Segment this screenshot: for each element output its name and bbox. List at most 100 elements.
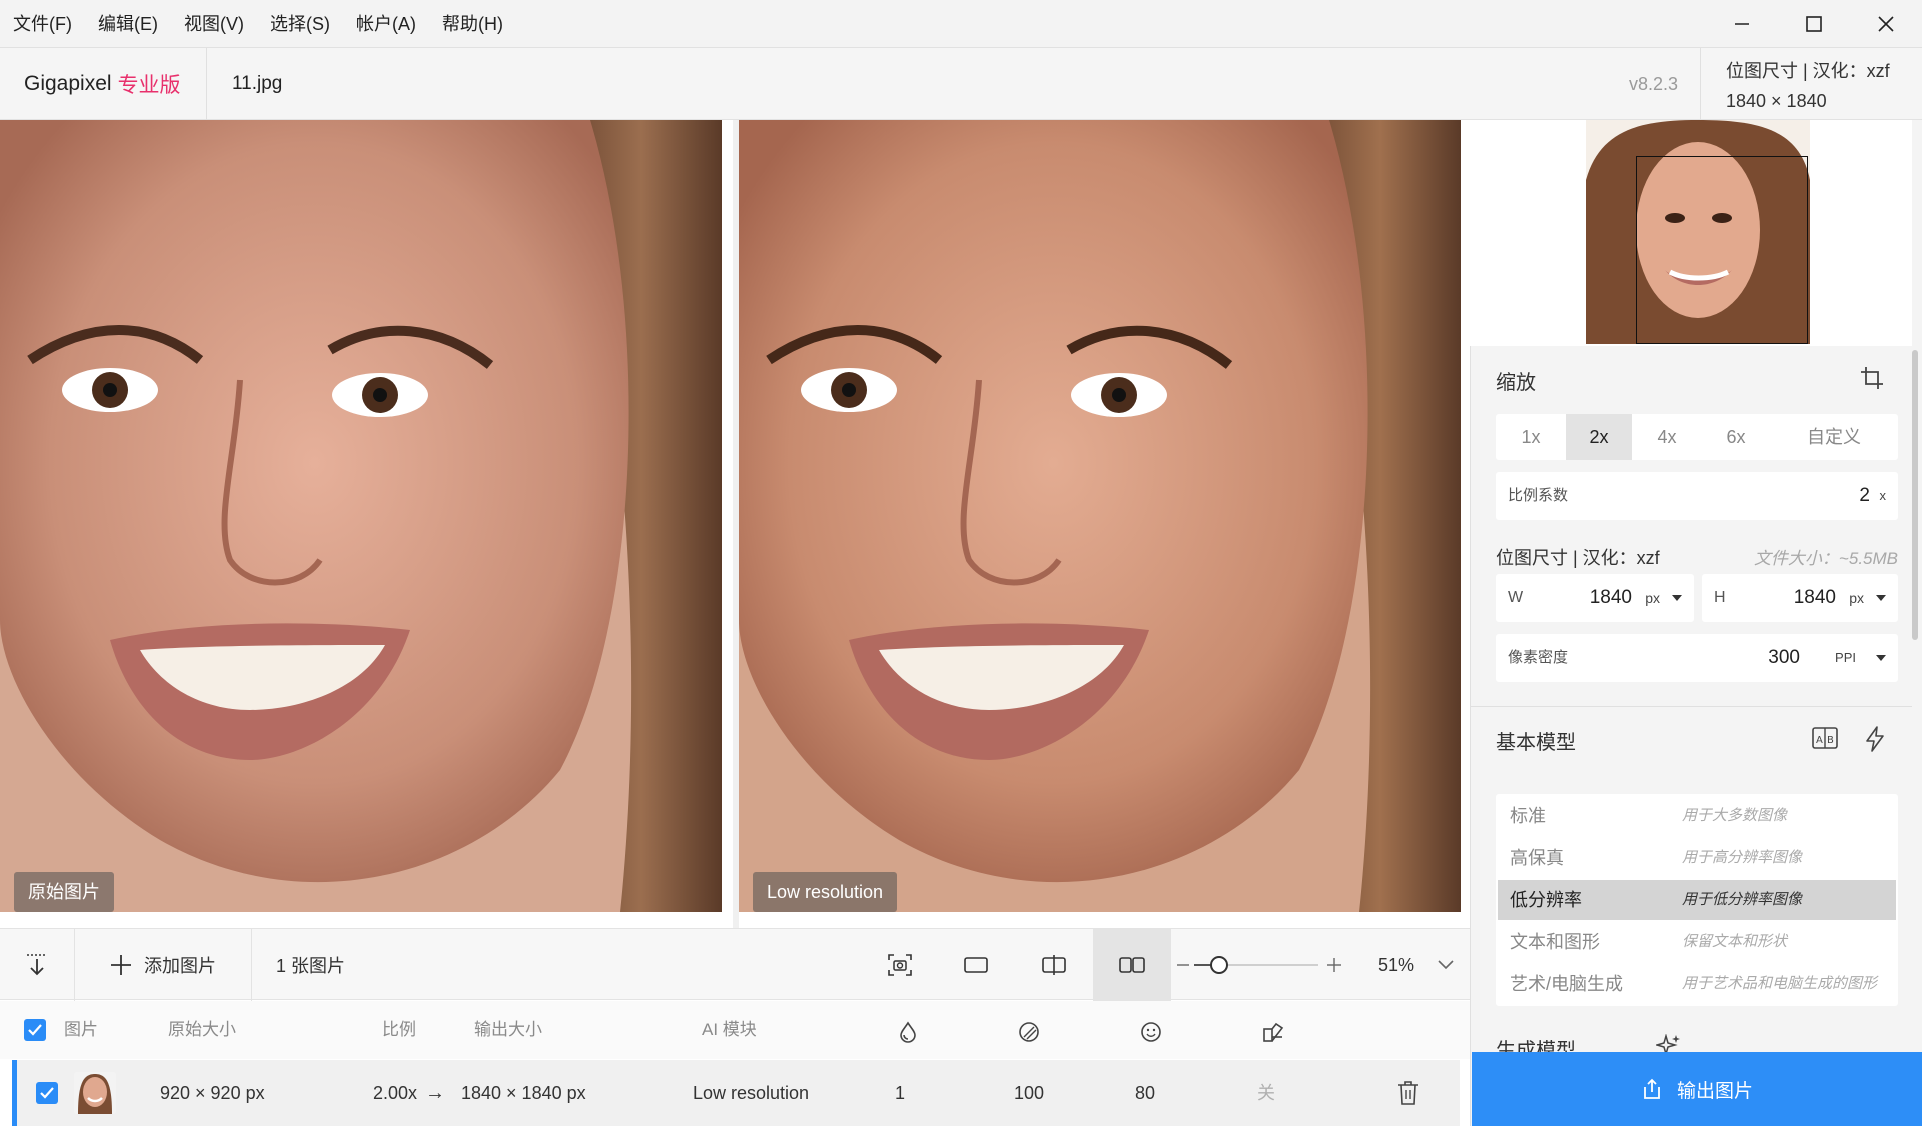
scale-factor-value: 2 <box>1859 485 1870 506</box>
check-icon <box>28 1024 42 1036</box>
row-sharpen-value: 100 <box>1014 1083 1045 1103</box>
plus-icon <box>1327 958 1341 972</box>
row-thumbnail-image <box>74 1072 116 1114</box>
trash-icon <box>1398 1081 1418 1105</box>
select-all-checkbox[interactable] <box>24 1019 46 1041</box>
header-divider <box>206 48 207 120</box>
menu-account[interactable]: 帐户(A) <box>343 0 429 48</box>
model-option-art-cg[interactable]: 艺术/电脑生成 用于艺术品和电脑生成的图形 <box>1498 964 1896 1004</box>
row-delete-button[interactable] <box>1397 1080 1419 1111</box>
scale-factor-field[interactable]: 比例系数 2 x <box>1496 472 1898 520</box>
ab-compare-icon: AB <box>1812 727 1838 749</box>
navigator-viewport-box[interactable] <box>1636 156 1808 344</box>
scale-factor-label: 比例系数 <box>1508 487 1569 504</box>
maximize-icon <box>1806 16 1822 32</box>
scale-option-2x[interactable]: 2x <box>1566 414 1632 460</box>
side-by-side-view-button[interactable] <box>1093 929 1171 1001</box>
width-field[interactable]: W 1840 px <box>1496 574 1694 622</box>
crop-button[interactable] <box>1860 366 1884 395</box>
image-table-header: 图片 原始大小 比例 输出大小 AI 模块 <box>0 1001 1470 1059</box>
maximize-button[interactable] <box>1778 0 1850 48</box>
row-face-value: 80 <box>1135 1083 1156 1103</box>
row-ai-model: Low resolution <box>693 1083 810 1103</box>
toolbar-divider <box>251 929 252 1001</box>
menu-view[interactable]: 视图(V) <box>171 0 257 48</box>
zoom-dropdown-button[interactable] <box>1428 929 1464 1001</box>
import-button[interactable] <box>0 929 74 1001</box>
menu-select[interactable]: 选择(S) <box>257 0 343 48</box>
screenshot-view-button[interactable] <box>870 929 930 1001</box>
preview-area[interactable]: 原始图片 Low resolution <box>0 120 1470 928</box>
zoom-out-button[interactable] <box>1172 929 1194 1001</box>
processed-image-label: Low resolution <box>753 872 898 912</box>
close-icon <box>1878 16 1894 32</box>
zoom-slider[interactable] <box>1194 956 1318 974</box>
model-description: 用于艺术品和电脑生成的图形 <box>1682 975 1878 992</box>
minimize-button[interactable] <box>1706 0 1778 48</box>
bottom-toolbar: 添加图片 1 张图片 51% <box>0 928 1470 1001</box>
export-label: 输出图片 <box>1676 1080 1753 1102</box>
table-row[interactable]: 920 × 920 px 2.00x → 1840 × 1840 px Low … <box>12 1060 1460 1126</box>
original-preview-pane[interactable]: 原始图片 <box>0 120 722 912</box>
height-label: H <box>1714 589 1726 606</box>
panel-scrollbar[interactable] <box>1912 350 1918 640</box>
model-description: 用于大多数图像 <box>1682 807 1788 824</box>
model-name: 文本和图形 <box>1510 932 1600 952</box>
split-view-button[interactable] <box>1024 929 1084 1001</box>
menu-edit[interactable]: 编辑(E) <box>85 0 171 48</box>
width-unit-dropdown-icon[interactable] <box>1672 595 1682 601</box>
model-option-low-resolution[interactable]: 低分辨率 用于低分辨率图像 <box>1498 880 1896 920</box>
menu-help[interactable]: 帮助(H) <box>429 0 516 48</box>
model-option-text-graphics[interactable]: 文本和图形 保留文本和形状 <box>1498 922 1896 962</box>
header-image-info: 位图尺寸 | 汉化：xzf 1840 × 1840 <box>1726 56 1890 116</box>
split-view-icon <box>1042 955 1066 975</box>
zoom-slider-thumb[interactable] <box>1209 956 1228 974</box>
minus-icon <box>1177 964 1189 966</box>
col-scale: 比例 <box>382 1020 416 1039</box>
image-count: 1 张图片 <box>276 929 345 1001</box>
processed-preview-pane[interactable]: Low resolution <box>739 120 1461 912</box>
scale-option-custom[interactable]: 自定义 <box>1770 414 1898 460</box>
model-option-standard[interactable]: 标准 用于大多数图像 <box>1498 796 1896 836</box>
model-compare-button[interactable]: AB <box>1812 726 1838 755</box>
scale-segmented-control: 1x 2x 4x 6x 自定义 <box>1496 414 1898 460</box>
model-name: 标准 <box>1510 806 1546 826</box>
height-unit-dropdown-icon[interactable] <box>1876 595 1886 601</box>
header-divider <box>1700 48 1701 120</box>
droplet-icon <box>900 1021 916 1043</box>
export-button[interactable]: 输出图片 <box>1472 1052 1922 1126</box>
menu-file[interactable]: 文件(F) <box>0 0 85 48</box>
row-thumbnail <box>74 1072 116 1114</box>
plus-icon <box>111 955 131 975</box>
scale-option-6x[interactable]: 6x <box>1702 414 1770 460</box>
zoom-in-button[interactable] <box>1322 929 1346 1001</box>
pixel-density-dropdown-icon[interactable] <box>1876 655 1886 661</box>
row-output-size: 1840 × 1840 px <box>461 1083 586 1103</box>
zoom-level[interactable]: 51% <box>1368 929 1424 1001</box>
minimize-icon <box>1735 23 1749 25</box>
row-checkbox[interactable] <box>36 1082 58 1104</box>
pixel-density-value: 300 <box>1768 647 1800 668</box>
col-original-size: 原始大小 <box>168 1020 236 1039</box>
single-view-button[interactable] <box>946 929 1006 1001</box>
add-image-button[interactable]: 添加图片 <box>75 929 251 1001</box>
pixel-density-field[interactable]: 像素密度 300 PPI <box>1496 634 1898 682</box>
smiley-face-icon <box>1141 1022 1161 1042</box>
svg-text:B: B <box>1827 735 1834 746</box>
height-field[interactable]: H 1840 px <box>1702 574 1898 622</box>
chevron-down-icon <box>1438 960 1454 970</box>
pixel-density-unit: PPI <box>1835 650 1856 665</box>
model-name: 艺术/电脑生成 <box>1510 974 1624 994</box>
auto-select-button[interactable] <box>1864 726 1886 757</box>
base-model-list: 标准 用于大多数图像 高保真 用于高分辨率图像 低分辨率 用于低分辨率图像 文本… <box>1496 794 1898 1006</box>
app-version: v8.2.3 <box>1628 74 1678 94</box>
scale-option-4x[interactable]: 4x <box>1632 414 1702 460</box>
camera-focus-icon <box>888 954 912 976</box>
model-description: 用于低分辨率图像 <box>1682 891 1803 908</box>
app-header: Gigapixel 专业版 11.jpg v8.2.3 位图尺寸 | 汉化：xz… <box>0 48 1922 120</box>
row-denoise-value: 1 <box>895 1083 906 1103</box>
close-button[interactable] <box>1850 0 1922 48</box>
model-option-high-fidelity[interactable]: 高保真 用于高分辨率图像 <box>1498 838 1896 878</box>
zoom-value: 51% <box>1377 954 1415 975</box>
scale-option-1x[interactable]: 1x <box>1496 414 1566 460</box>
